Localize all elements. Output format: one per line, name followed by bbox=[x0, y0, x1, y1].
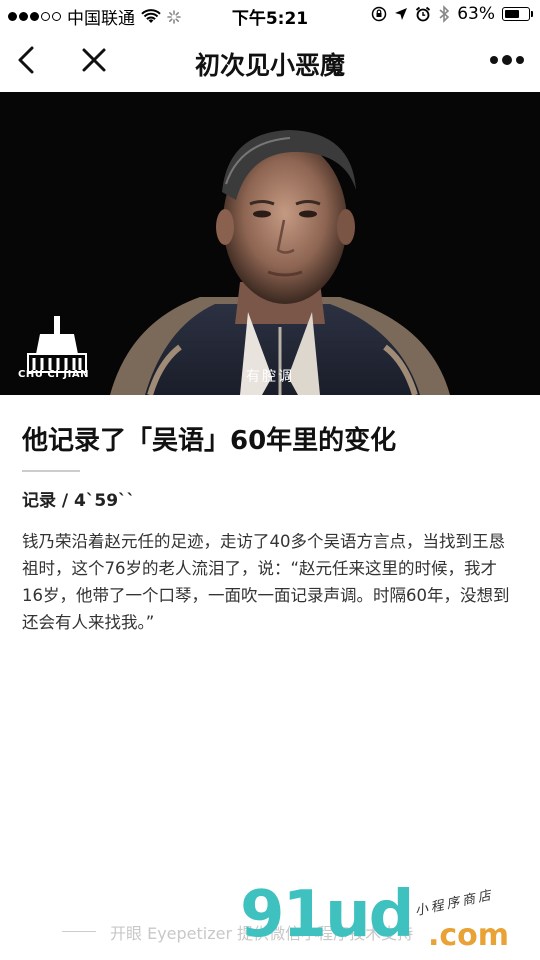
nav-bar: 初次见小恶魔 bbox=[0, 30, 540, 92]
location-arrow-icon bbox=[395, 8, 408, 20]
watermark-suffix: .com bbox=[428, 918, 510, 953]
video-subtitle: 有腔调 bbox=[246, 369, 294, 385]
watermark-tagline: 小程序商店 bbox=[413, 887, 496, 920]
watermark-brand: 91ud bbox=[240, 878, 414, 952]
brush-logo-icon bbox=[27, 316, 87, 373]
status-bar: 中国联通 下午5:21 63% bbox=[0, 0, 540, 30]
footer-divider bbox=[62, 931, 96, 932]
battery-percent: 63% bbox=[457, 4, 495, 24]
alarm-icon bbox=[416, 6, 431, 22]
article-meta: 记录 / 4`59`` bbox=[22, 491, 136, 511]
page-title: 初次见小恶魔 bbox=[194, 51, 345, 80]
battery-fill bbox=[505, 10, 519, 18]
more-dots-icon[interactable] bbox=[488, 48, 526, 72]
orientation-lock-icon bbox=[371, 6, 387, 22]
title-divider bbox=[22, 470, 80, 472]
video-player[interactable]: CHU CI JIAN 有腔调 bbox=[0, 92, 540, 395]
bluetooth-icon bbox=[439, 5, 450, 23]
article-body: 钱乃荣沿着赵元任的足迹，走访了40多个吴语方言点，当找到王恳祖时，这个76岁的老… bbox=[22, 532, 510, 632]
battery-icon bbox=[502, 7, 533, 21]
status-right: 63% bbox=[371, 4, 533, 24]
article-title: 他记录了「吴语」60年里的变化 bbox=[22, 426, 397, 456]
